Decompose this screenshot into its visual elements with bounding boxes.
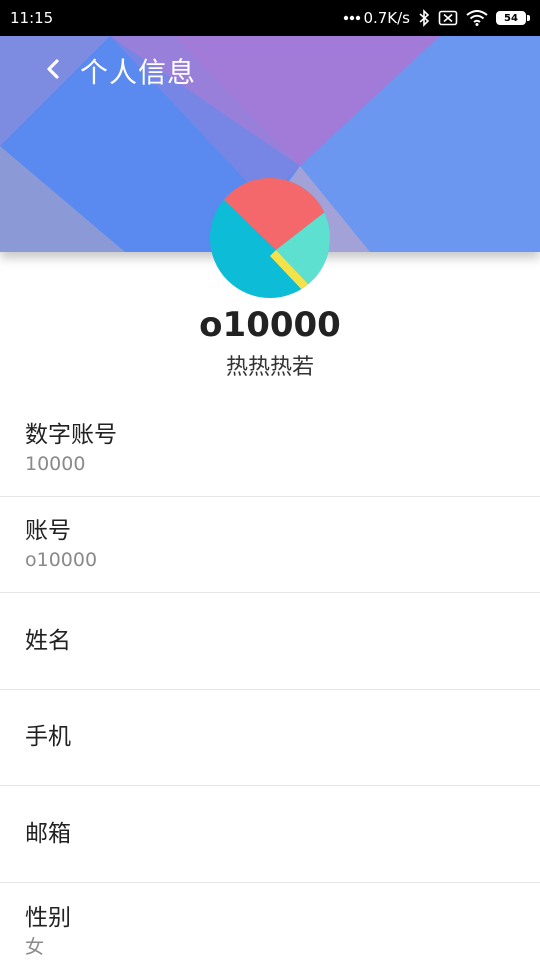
row-label: 姓名: [25, 627, 71, 654]
chevron-left-icon: [45, 58, 61, 84]
row-label: 性别: [25, 904, 71, 931]
row-label: 邮箱: [25, 820, 71, 847]
row-label: 账号: [25, 518, 71, 545]
bluetooth-icon: [418, 9, 430, 27]
back-button[interactable]: [38, 56, 68, 86]
info-row-phone[interactable]: 手机: [0, 690, 540, 786]
row-label: 数字账号: [25, 421, 117, 448]
page-title: 个人信息: [80, 56, 197, 89]
status-bar: 11:15 0.7K/s 54: [0, 0, 540, 36]
battery-icon: 54: [496, 11, 530, 25]
row-label: 手机: [25, 724, 71, 751]
status-icons: 0.7K/s 54: [343, 9, 530, 27]
username: o10000: [199, 305, 341, 345]
wifi-icon: [466, 10, 488, 26]
row-value: 女: [25, 935, 45, 958]
row-value: 10000: [25, 452, 86, 475]
info-list: 数字账号 10000 账号 o10000 姓名 手机 邮箱 性别 女: [0, 400, 540, 960]
info-row-account[interactable]: 账号 o10000: [0, 497, 540, 593]
network-speed: 0.7K/s: [363, 9, 410, 27]
info-row-email[interactable]: 邮箱: [0, 786, 540, 883]
info-row-gender[interactable]: 性别 女: [0, 883, 540, 960]
top-app-bar: 个人信息: [0, 36, 540, 106]
info-row-name[interactable]: 姓名: [0, 593, 540, 690]
profile-summary: o10000 热热热若: [0, 300, 540, 386]
more-dots-icon: [343, 15, 361, 21]
row-value: o10000: [25, 549, 98, 572]
nickname: 热热热若: [225, 355, 314, 380]
sim-disabled-icon: [438, 10, 458, 26]
avatar-image: [210, 178, 330, 298]
status-time: 11:15: [10, 9, 54, 27]
info-row-digital-account[interactable]: 数字账号 10000: [0, 400, 540, 497]
avatar[interactable]: [210, 178, 330, 298]
battery-level: 54: [496, 11, 526, 25]
